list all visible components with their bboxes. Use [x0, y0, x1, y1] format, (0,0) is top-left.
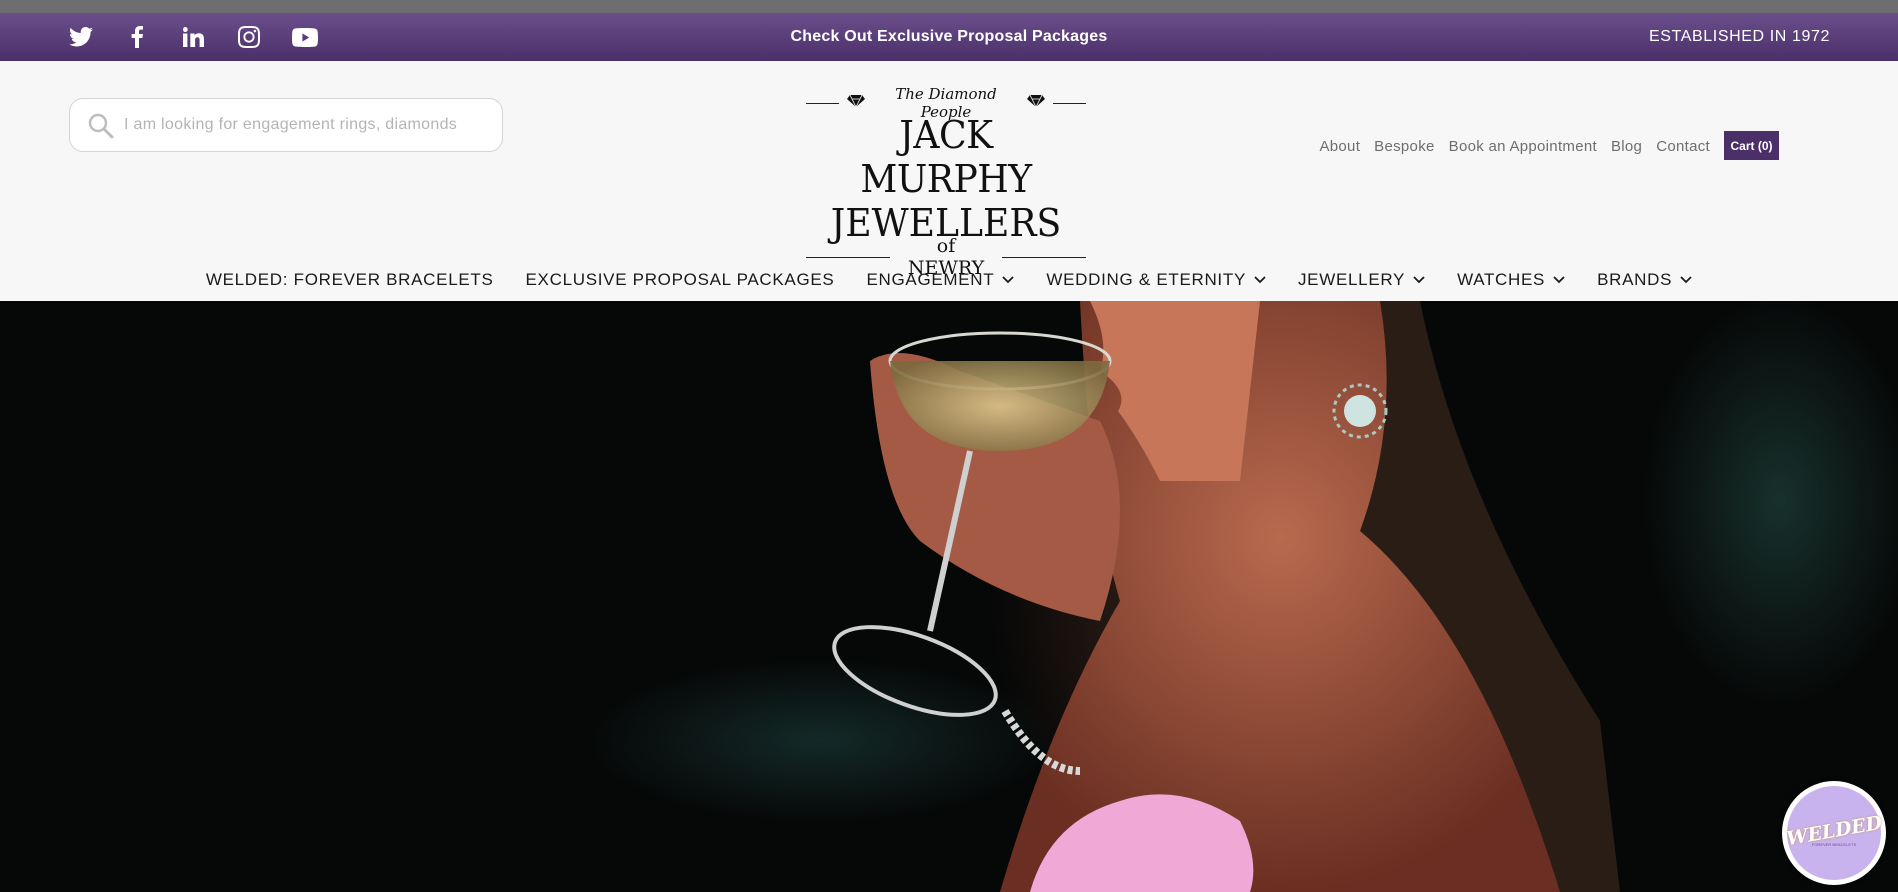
search-icon[interactable]	[84, 108, 118, 142]
logo-line-2: JEWELLERS	[830, 201, 1062, 245]
browser-top-strip	[0, 0, 1898, 13]
hero-image	[832, 301, 1620, 892]
hero-video[interactable]	[0, 301, 1898, 892]
search-input[interactable]	[124, 116, 464, 134]
site-header: The Diamond People JACK MURPHY JEWELLERS…	[0, 61, 1898, 301]
nav-proposal-packages[interactable]: EXCLUSIVE PROPOSAL PACKAGES	[526, 270, 835, 290]
nav-watches[interactable]: WATCHES	[1457, 270, 1565, 290]
chevron-down-icon	[1002, 276, 1015, 284]
nav-contact[interactable]: Contact	[1656, 138, 1710, 155]
site-logo[interactable]: The Diamond People JACK MURPHY JEWELLERS…	[806, 85, 1086, 279]
nav-blog[interactable]: Blog	[1611, 138, 1642, 155]
welded-badge-logo: WELDED FOREVER BRACELETS	[1785, 786, 1883, 880]
promo-link[interactable]: Check Out Exclusive Proposal Packages	[0, 13, 1898, 61]
welded-badge-button[interactable]: WELDED FOREVER BRACELETS	[1782, 781, 1886, 885]
chevron-down-icon	[1680, 276, 1692, 284]
nav-book-appointment[interactable]: Book an Appointment	[1449, 138, 1597, 155]
established-text: ESTABLISHED IN 1972	[1649, 28, 1830, 45]
logo-line-1: JACK MURPHY	[860, 113, 1032, 201]
nav-wedding-eternity[interactable]: WEDDING & ETERNITY	[1046, 270, 1266, 290]
diamond-icon	[847, 94, 866, 112]
nav-jewellery[interactable]: JEWELLERY	[1298, 270, 1425, 290]
nav-bespoke[interactable]: Bespoke	[1374, 138, 1434, 155]
utility-nav: About Bespoke Book an Appointment Blog C…	[1319, 138, 1710, 155]
top-announcement-bar: Check Out Exclusive Proposal Packages ES…	[0, 13, 1898, 61]
cart-button[interactable]: Cart (0)	[1724, 131, 1779, 160]
nav-welded[interactable]: WELDED: FOREVER BRACELETS	[206, 270, 494, 290]
diamond-icon	[1026, 94, 1045, 112]
main-nav: WELDED: FOREVER BRACELETS EXCLUSIVE PROP…	[0, 260, 1898, 300]
nav-brands[interactable]: BRANDS	[1597, 270, 1692, 290]
chevron-down-icon	[1553, 276, 1565, 284]
chevron-down-icon	[1254, 276, 1266, 284]
nav-engagement[interactable]: ENGAGEMENT	[866, 270, 1015, 290]
search-box	[69, 98, 503, 152]
chevron-down-icon	[1413, 276, 1425, 284]
nav-about[interactable]: About	[1319, 138, 1360, 155]
